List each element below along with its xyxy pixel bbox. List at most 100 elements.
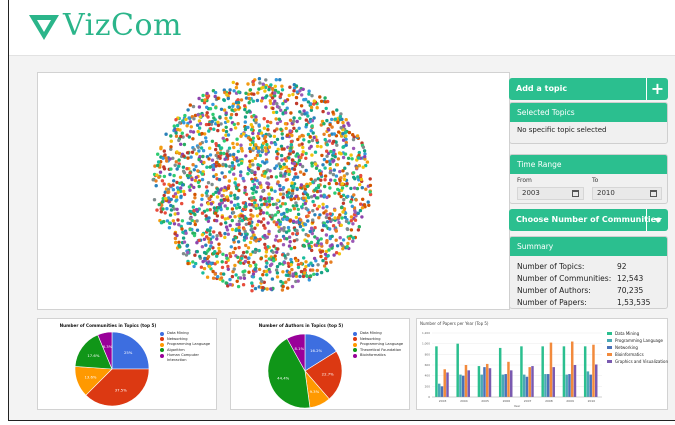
graph-node[interactable] xyxy=(333,191,337,195)
graph-node[interactable] xyxy=(289,197,293,202)
graph-node[interactable] xyxy=(355,134,360,138)
graph-node[interactable] xyxy=(294,101,299,106)
graph-node[interactable] xyxy=(231,163,235,168)
graph-node[interactable] xyxy=(253,236,257,240)
graph-node[interactable] xyxy=(265,261,269,265)
graph-node[interactable] xyxy=(187,135,191,139)
graph-node[interactable] xyxy=(216,151,220,155)
graph-node[interactable] xyxy=(339,242,343,246)
graph-node[interactable] xyxy=(319,145,323,149)
graph-node[interactable] xyxy=(339,205,344,210)
graph-node[interactable] xyxy=(246,82,250,86)
graph-node[interactable] xyxy=(202,160,206,165)
graph-node[interactable] xyxy=(214,173,218,177)
graph-node[interactable] xyxy=(201,259,205,264)
graph-node[interactable] xyxy=(278,95,282,99)
graph-node[interactable] xyxy=(228,252,232,256)
graph-node[interactable] xyxy=(208,232,212,237)
graph-node[interactable] xyxy=(212,116,216,120)
graph-node[interactable] xyxy=(256,167,261,171)
graph-node[interactable] xyxy=(294,272,298,276)
graph-node[interactable] xyxy=(261,82,265,86)
graph-node[interactable] xyxy=(358,182,362,187)
graph-node[interactable] xyxy=(246,260,251,265)
graph-node[interactable] xyxy=(353,218,358,222)
graph-node[interactable] xyxy=(216,275,220,279)
graph-node[interactable] xyxy=(160,179,165,183)
graph-node[interactable] xyxy=(334,174,339,178)
graph-node[interactable] xyxy=(306,114,310,118)
graph-node[interactable] xyxy=(288,118,293,122)
graph-node[interactable] xyxy=(166,190,170,195)
graph-node[interactable] xyxy=(236,149,240,154)
graph-node[interactable] xyxy=(176,127,180,132)
graph-node[interactable] xyxy=(285,193,289,197)
graph-node[interactable] xyxy=(261,141,266,145)
graph-node[interactable] xyxy=(234,206,239,210)
graph-node[interactable] xyxy=(344,134,348,138)
graph-node[interactable] xyxy=(257,123,261,127)
graph-node[interactable] xyxy=(174,240,178,245)
graph-node[interactable] xyxy=(365,160,370,164)
graph-node[interactable] xyxy=(197,96,201,101)
graph-node[interactable] xyxy=(201,271,205,275)
graph-node[interactable] xyxy=(182,142,187,147)
graph-node[interactable] xyxy=(310,124,314,128)
graph-node[interactable] xyxy=(258,129,262,133)
graph-node[interactable] xyxy=(255,98,260,103)
graph-node[interactable] xyxy=(261,85,265,90)
graph-node[interactable] xyxy=(203,98,207,102)
graph-node[interactable] xyxy=(281,195,285,200)
graph-node[interactable] xyxy=(351,171,356,175)
graph-node[interactable] xyxy=(313,150,318,154)
graph-node[interactable] xyxy=(325,160,329,164)
graph-node[interactable] xyxy=(263,246,268,250)
to-year-input[interactable]: 2010 xyxy=(592,187,662,200)
graph-node[interactable] xyxy=(220,171,224,175)
graph-node[interactable] xyxy=(251,99,256,103)
graph-node[interactable] xyxy=(315,144,320,148)
graph-node[interactable] xyxy=(176,218,180,222)
graph-node[interactable] xyxy=(269,175,274,179)
graph-node[interactable] xyxy=(362,203,367,207)
calendar-icon[interactable] xyxy=(650,190,657,197)
graph-node[interactable] xyxy=(248,240,253,245)
graph-node[interactable] xyxy=(356,175,360,179)
graph-node[interactable] xyxy=(342,177,347,182)
graph-node[interactable] xyxy=(229,200,233,204)
graph-node[interactable] xyxy=(241,250,246,255)
graph-node[interactable] xyxy=(262,126,267,130)
graph-node[interactable] xyxy=(265,142,269,147)
graph-node[interactable] xyxy=(236,202,240,207)
graph-node[interactable] xyxy=(179,134,183,139)
graph-node[interactable] xyxy=(301,196,306,200)
graph-node[interactable] xyxy=(243,115,248,119)
graph-node[interactable] xyxy=(267,199,271,203)
graph-node[interactable] xyxy=(287,277,291,282)
graph-node[interactable] xyxy=(324,106,328,111)
graph-node[interactable] xyxy=(276,180,280,184)
graph-node[interactable] xyxy=(309,105,314,110)
graph-node[interactable] xyxy=(288,149,292,153)
graph-node[interactable] xyxy=(351,137,356,142)
graph-node[interactable] xyxy=(222,188,226,193)
graph-node[interactable] xyxy=(323,137,327,142)
graph-node[interactable] xyxy=(199,203,204,207)
graph-node[interactable] xyxy=(264,265,268,269)
graph-node[interactable] xyxy=(292,185,296,189)
graph-node[interactable] xyxy=(267,192,271,196)
graph-node[interactable] xyxy=(169,134,173,138)
graph-node[interactable] xyxy=(188,171,192,175)
graph-node[interactable] xyxy=(278,78,282,82)
graph-node[interactable] xyxy=(152,198,157,202)
graph-node[interactable] xyxy=(356,211,360,215)
graph-node[interactable] xyxy=(290,158,295,162)
graph-node[interactable] xyxy=(285,133,290,137)
graph-node[interactable] xyxy=(263,233,267,238)
graph-node[interactable] xyxy=(205,208,209,212)
graph-node[interactable] xyxy=(180,131,184,135)
graph-node[interactable] xyxy=(250,128,254,132)
graph-node[interactable] xyxy=(189,125,193,129)
graph-node[interactable] xyxy=(264,254,268,258)
graph-node[interactable] xyxy=(228,170,232,174)
